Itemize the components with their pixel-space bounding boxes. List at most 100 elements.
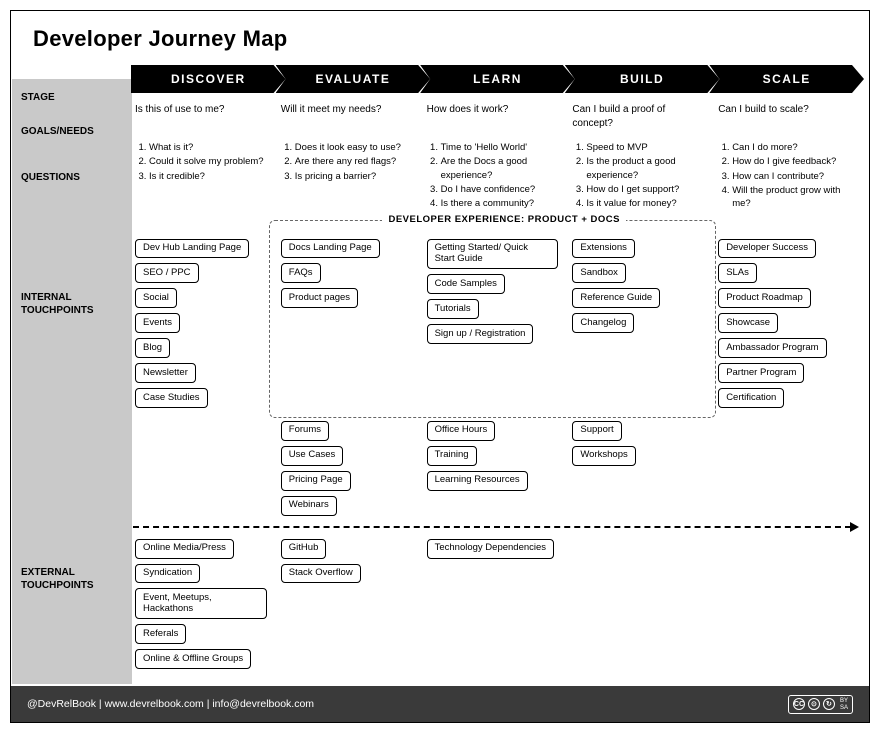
stage-arrow-learn: LEARN <box>420 65 575 93</box>
question-item: Could it solve my problem? <box>149 155 267 168</box>
touchpoint-chip: Online Media/Press <box>135 539 234 559</box>
diagram-frame: Developer Journey Map STAGE GOALS/NEEDS … <box>10 10 870 723</box>
touchpoint-chip: Sign up / Registration <box>427 324 534 344</box>
label-questions: QUESTIONS <box>21 171 80 184</box>
internal-out-row: Forums Use Cases Pricing Page Webinars Offic… <box>131 418 869 518</box>
touchpoint-chip: SLAs <box>718 263 757 283</box>
goal-evaluate: Will it meet my needs? <box>277 103 417 133</box>
question-item: Do I have confidence? <box>441 183 559 196</box>
touchpoint-chip: FAQs <box>281 263 321 283</box>
stage-arrow-discover: DISCOVER <box>131 65 286 93</box>
touchpoint-chip: Sandbox <box>572 263 626 283</box>
external-col-3 <box>568 536 708 672</box>
touchpoint-chip: Partner Program <box>718 363 804 383</box>
touchpoint-chip: Changelog <box>572 313 634 333</box>
touchpoint-chip: Use Cases <box>281 446 343 466</box>
goal-learn: How does it work? <box>423 103 563 133</box>
content-area: DISCOVER EVALUATE LEARN BUILD SCALE Is t… <box>131 65 869 672</box>
touchpoint-chip: Blog <box>135 338 170 358</box>
internal-inbox-col-1: Docs Landing Page FAQs Product pages <box>277 236 417 410</box>
touchpoint-chip: Showcase <box>718 313 778 333</box>
label-stage: STAGE <box>21 91 55 104</box>
question-item: What is it? <box>149 141 267 154</box>
touchpoint-chip: Product pages <box>281 288 358 308</box>
touchpoint-chip: Office Hours <box>427 421 496 441</box>
internal-col-0: Dev Hub Landing Page SEO / PPC Social Event… <box>131 236 271 410</box>
goal-build: Can I build a proof of concept? <box>568 103 708 133</box>
touchpoint-chip: Learning Resources <box>427 471 528 491</box>
touchpoint-chip: Technology Dependencies <box>427 539 554 559</box>
label-internal: INTERNALTOUCHPOINTS <box>21 291 94 317</box>
touchpoint-chip: Developer Success <box>718 239 816 259</box>
questions-col-4: Can I do more?How do I give feedback?How… <box>714 141 854 226</box>
internal-col-4: Developer Success SLAs Product Roadmap Show… <box>714 236 854 410</box>
footer: @DevRelBook | www.devrelbook.com | info@… <box>11 686 869 722</box>
touchpoint-chip: Product Roadmap <box>718 288 811 308</box>
touchpoint-chip: Newsletter <box>135 363 196 383</box>
stage-arrow-scale: SCALE <box>709 65 864 93</box>
internal-out-col-3: Support Workshops <box>568 418 708 518</box>
touchpoint-chip: Forums <box>281 421 329 441</box>
dashed-divider <box>133 526 851 528</box>
touchpoint-chip: SEO / PPC <box>135 263 199 283</box>
internal-out-col-2: Office Hours Training Learning Resources <box>423 418 563 518</box>
cc-icon: CC <box>793 698 805 710</box>
label-goals: GOALS/NEEDS <box>21 125 94 138</box>
question-item: Is the product a good experience? <box>586 155 704 182</box>
external-col-4 <box>714 536 854 672</box>
external-col-1: GitHubStack Overflow <box>277 536 417 672</box>
touchpoint-chip: Webinars <box>281 496 337 516</box>
arrow-right-icon <box>850 522 859 532</box>
touchpoint-chip: Event, Meetups, Hackathons <box>135 588 267 619</box>
questions-row: What is it?Could it solve my problem? Is … <box>131 133 869 226</box>
label-external: EXTERNALTOUCHPOINTS <box>21 566 94 592</box>
cc-sublabels: BY SA <box>840 698 848 711</box>
internal-out-col-4 <box>714 418 854 518</box>
touchpoint-chip: Events <box>135 313 180 333</box>
questions-col-0: What is it?Could it solve my problem? Is … <box>131 141 271 226</box>
touchpoint-chip: Stack Overflow <box>281 564 361 584</box>
touchpoint-chip: Tutorials <box>427 299 479 319</box>
page-title: Developer Journey Map <box>11 11 869 57</box>
stage-arrow-evaluate: EVALUATE <box>276 65 431 93</box>
touchpoint-chip: Training <box>427 446 477 466</box>
internal-inbox-row: Dev Hub Landing Page SEO / PPC Social Event… <box>131 236 869 410</box>
cc-license: CC ⊙ ↻ BY SA <box>788 695 853 714</box>
touchpoint-chip: Workshops <box>572 446 635 466</box>
goal-scale: Can I build to scale? <box>714 103 854 133</box>
touchpoint-chip: Code Samples <box>427 274 505 294</box>
internal-inbox-col-3: Extensions Sandbox Reference Guide Changelo… <box>568 236 708 410</box>
question-item: How can I contribute? <box>732 170 850 183</box>
question-item: Are the Docs a good experience? <box>441 155 559 182</box>
labels-column-bg <box>12 79 132 684</box>
touchpoint-chip: Certification <box>718 388 784 408</box>
question-item: Speed to MVP <box>586 141 704 154</box>
touchpoint-chip: Social <box>135 288 177 308</box>
question-item: Is there a community? <box>441 197 559 210</box>
devexp-label: DEVELOPER EXPERIENCE: PRODUCT + DOCS <box>382 214 626 225</box>
internal-inbox-col-2: Getting Started/ Quick Start GuideCode S… <box>423 236 563 410</box>
touchpoint-chip: Case Studies <box>135 388 208 408</box>
touchpoint-chip: Dev Hub Landing Page <box>135 239 249 259</box>
question-item: Is it credible? <box>149 170 267 183</box>
stage-row: DISCOVER EVALUATE LEARN BUILD SCALE <box>131 65 869 93</box>
touchpoint-chip: Extensions <box>572 239 634 259</box>
question-item: Are there any red flags? <box>295 155 413 168</box>
touchpoint-chip: Docs Landing Page <box>281 239 380 259</box>
goals-row: Is this of use to me? Will it meet my ne… <box>131 93 869 133</box>
touchpoint-chip: Reference Guide <box>572 288 660 308</box>
touchpoint-chip: Syndication <box>135 564 200 584</box>
goal-discover: Is this of use to me? <box>131 103 271 133</box>
touchpoint-chip: Ambassador Program <box>718 338 826 358</box>
external-col-2: Technology Dependencies <box>423 536 563 672</box>
stage-arrow-build: BUILD <box>565 65 720 93</box>
question-item: Is it value for money? <box>586 197 704 210</box>
external-col-0: Online Media/Press Syndication Event, Meet… <box>131 536 271 672</box>
touchpoint-chip: Support <box>572 421 621 441</box>
touchpoint-chip: Pricing Page <box>281 471 351 491</box>
internal-out-col-0 <box>131 418 271 518</box>
cc-badge: CC ⊙ ↻ BY SA <box>788 695 853 714</box>
question-item: Time to 'Hello World' <box>441 141 559 154</box>
internal-out-col-1: Forums Use Cases Pricing Page Webinars <box>277 418 417 518</box>
question-item: How do I give feedback? <box>732 155 850 168</box>
